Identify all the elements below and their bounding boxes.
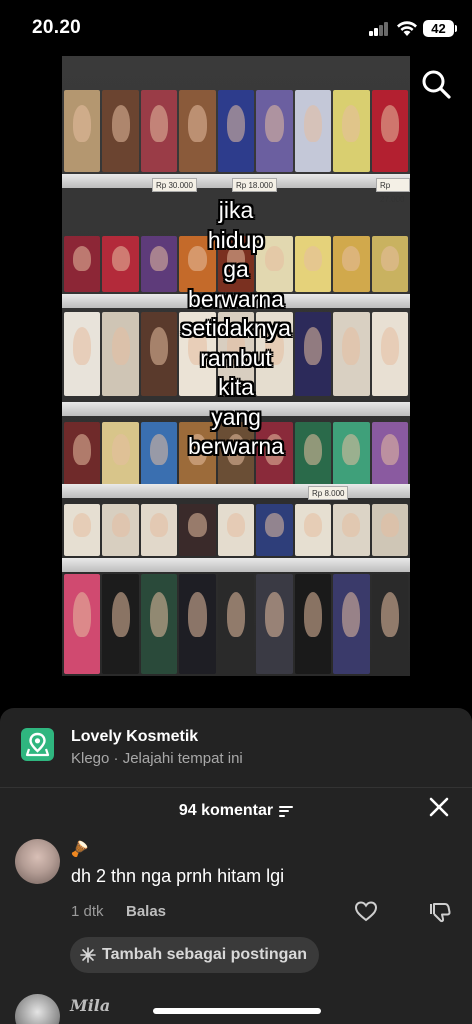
price-tag: Rp 27.000 [376, 178, 410, 204]
caption-line: setidaknya [181, 315, 291, 341]
add-as-post-button[interactable]: Tambah sebagai postingan [70, 937, 320, 973]
comments-sheet: Lovely Kosmetik Klego · Jelajahi tempat … [0, 708, 472, 1024]
caption-line: kita [218, 374, 254, 400]
location-banner[interactable]: Lovely Kosmetik Klego · Jelajahi tempat … [0, 708, 472, 788]
close-icon[interactable] [428, 796, 450, 818]
battery-indicator: 42 [423, 20, 457, 37]
caption-line: berwarna [188, 285, 284, 312]
reply-button[interactable]: Balas [126, 903, 166, 920]
shelf [62, 558, 410, 572]
location-title: Lovely Kosmetik [71, 728, 199, 745]
cellular-signal-icon [369, 22, 390, 36]
comment-username[interactable]: Mila [70, 996, 110, 1015]
heart-icon[interactable] [354, 900, 378, 922]
caption-line: rambut [200, 344, 272, 371]
caption-line: ga [223, 256, 249, 282]
caption-line: hidup [207, 226, 265, 253]
price-tag: Rp 30.000 [152, 178, 197, 192]
home-indicator[interactable] [153, 1008, 321, 1014]
avatar[interactable] [15, 994, 60, 1024]
comment-item: Mila [0, 990, 472, 1024]
status-time: 20.20 [32, 17, 82, 38]
sort-filter-icon[interactable] [279, 805, 294, 817]
shelf [62, 484, 410, 498]
caption-line: jika [218, 197, 254, 223]
sparkle-icon [80, 947, 96, 963]
comment-item: 🪘 dh 2 thn nga prnh hitam lgi 1 dtk Bala… [0, 836, 472, 936]
status-bar: 20.20 42 [0, 0, 472, 56]
search-icon[interactable] [420, 68, 452, 100]
product-shelf-row [62, 574, 410, 674]
user-badge: 🪘 [70, 841, 89, 858]
dislike-icon[interactable] [428, 900, 452, 924]
caption-line: yang [211, 403, 261, 430]
avatar[interactable] [15, 839, 60, 884]
price-tag: Rp 18.000 [232, 178, 277, 192]
caption-line: berwarna [188, 433, 284, 459]
wifi-icon [397, 21, 417, 36]
comments-count: 94 komentar [178, 802, 274, 819]
video-caption-overlay: jika hidup ga berwarna setidaknya rambut… [62, 196, 410, 462]
price-tag: Rp 8.000 [308, 486, 349, 500]
comment-timestamp: 1 dtk [71, 903, 104, 920]
location-subtitle: Klego · Jelajahi tempat ini [71, 750, 243, 767]
product-shelf-row [62, 504, 410, 556]
comments-header: 94 komentar [0, 796, 472, 826]
add-as-post-label: Tambah sebagai postingan [102, 946, 308, 963]
map-pin-icon [21, 728, 54, 761]
comment-text: dh 2 thn nga prnh hitam lgi [71, 866, 285, 886]
product-shelf-row [62, 90, 410, 172]
